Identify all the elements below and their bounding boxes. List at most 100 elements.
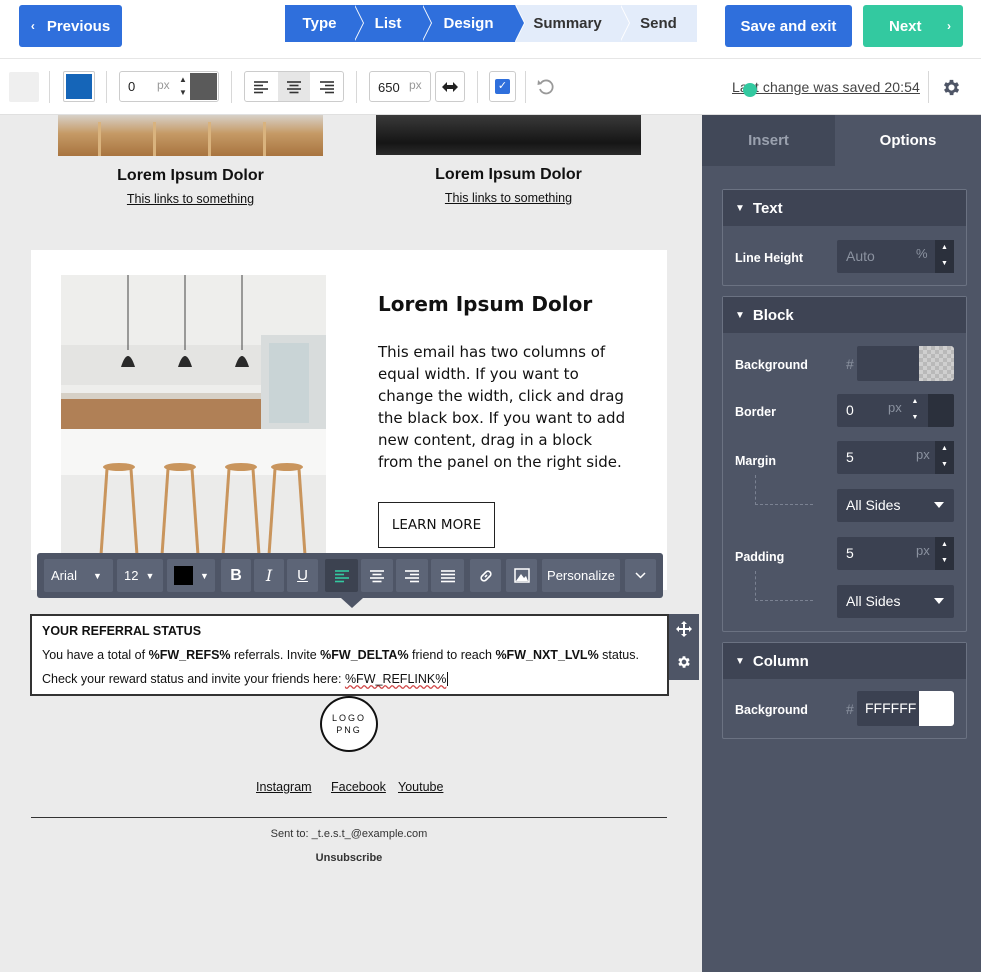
text: referrals. Invite — [230, 648, 321, 662]
checkbox-icon[interactable]: ✓ — [489, 71, 516, 102]
link-icon[interactable] — [470, 559, 501, 592]
block-settings-gear-icon[interactable] — [676, 654, 692, 670]
gear-icon[interactable] — [941, 77, 962, 98]
margin-bracket — [755, 475, 813, 505]
merge-tag: %FW_DELTA% — [320, 648, 409, 662]
kitchen-image[interactable] — [61, 275, 326, 555]
tab-options[interactable]: Options — [835, 115, 981, 166]
product-link[interactable]: This links to something — [58, 192, 323, 206]
divider — [231, 71, 232, 103]
tab-insert[interactable]: Insert — [702, 115, 835, 166]
align-left-icon[interactable] — [325, 559, 358, 592]
two-column-block[interactable]: Lorem Ipsum Dolor This email has two col… — [31, 250, 667, 590]
font-family-select[interactable]: Arial ▼ — [44, 559, 113, 592]
referral-summary-line[interactable]: You have a total of %FW_REFS% referrals.… — [42, 648, 639, 662]
section-title: Text — [752, 199, 783, 217]
align-justify-icon[interactable] — [431, 559, 464, 592]
product-image-chairs[interactable] — [58, 115, 323, 156]
primary-color-swatch[interactable] — [63, 71, 95, 102]
last-saved-status[interactable]: Last change was saved 20:54 — [732, 79, 920, 95]
border-input[interactable]: 0 px ▲ ▼ — [837, 394, 954, 427]
content-width-input[interactable]: 650 px — [369, 71, 431, 102]
image-icon[interactable] — [506, 559, 537, 592]
line-height-placeholder: Auto — [846, 248, 875, 264]
column-background-value: FFFFFF — [865, 700, 917, 716]
align-left-icon[interactable] — [245, 72, 278, 101]
step-send[interactable]: Send — [620, 5, 697, 42]
align-center-icon[interactable] — [361, 559, 393, 592]
margin-input[interactable]: 5 px ▲ ▼ — [837, 441, 954, 474]
step-summary[interactable]: Summary — [515, 5, 630, 42]
stepper-icon[interactable]: ▲ ▼ — [935, 537, 954, 570]
expand-width-icon[interactable] — [435, 71, 465, 102]
referral-status-block[interactable]: YOUR REFERRAL STATUS You have a total of… — [30, 614, 669, 696]
learn-more-button[interactable]: LEARN MORE — [378, 502, 495, 548]
step-design[interactable]: Design — [422, 5, 525, 42]
stepper-icon[interactable]: ▲ ▼ — [935, 240, 954, 273]
block-section-header[interactable]: ▼ Block — [723, 297, 966, 333]
padding-input[interactable]: 5 px ▲ ▼ — [837, 537, 954, 570]
logo-placeholder[interactable]: LOGO PNG — [320, 696, 378, 752]
email-canvas: Lorem Ipsum Dolor This links to somethin… — [0, 115, 702, 972]
referral-title[interactable]: YOUR REFERRAL STATUS — [42, 624, 201, 638]
youtube-link[interactable]: Youtube — [398, 780, 443, 794]
padding-bracket — [755, 571, 813, 601]
italic-icon[interactable]: I — [254, 559, 284, 592]
sent-to-text[interactable]: Sent to: _t.e.s.t_@example.com — [0, 828, 698, 840]
margin-sides-select[interactable]: All Sides — [837, 489, 954, 522]
unsubscribe-link[interactable]: Unsubscribe — [0, 852, 698, 864]
product-link[interactable]: This links to something — [376, 191, 641, 205]
more-options-icon[interactable] — [625, 559, 656, 592]
step-type[interactable]: Type — [285, 5, 364, 42]
move-icon[interactable] — [676, 621, 692, 637]
text: Check your reward status and invite your… — [42, 672, 345, 686]
product-image-bed[interactable] — [376, 115, 641, 155]
align-center-icon[interactable] — [277, 72, 311, 101]
border-color-swatch[interactable] — [928, 394, 954, 427]
column-background-input[interactable]: FFFFFF — [857, 691, 954, 726]
column-background-swatch[interactable] — [919, 691, 954, 726]
design-toolbar: 0 px ▲ ▼ 650 px ✓ Last change was saved 2… — [0, 58, 981, 115]
facebook-link[interactable]: Facebook — [331, 780, 386, 794]
save-and-exit-button[interactable]: Save and exit — [725, 5, 852, 47]
content-heading[interactable]: Lorem Ipsum Dolor — [378, 292, 592, 316]
font-size-select[interactable]: 12 ▼ — [117, 559, 163, 592]
block-background-label: Background — [735, 358, 808, 372]
product-title[interactable]: Lorem Ipsum Dolor — [58, 167, 323, 185]
border-color-swatch[interactable] — [190, 73, 217, 100]
hash-symbol: # — [846, 701, 854, 717]
merge-tag: %FW_REFS% — [148, 648, 231, 662]
stepper-icon[interactable]: ▲ ▼ — [935, 441, 954, 474]
block-background-input[interactable] — [857, 346, 954, 381]
align-right-icon[interactable] — [310, 72, 343, 101]
text: status. — [598, 648, 639, 662]
step-label: Type — [302, 15, 337, 32]
stepper-icon[interactable]: ▲ ▼ — [902, 394, 928, 427]
content-body-text[interactable]: This email has two columns of equal widt… — [378, 341, 628, 473]
padding-sides-select[interactable]: All Sides — [837, 585, 954, 618]
previous-button[interactable]: ‹ Previous — [19, 5, 122, 47]
next-button[interactable]: Next › — [863, 5, 963, 47]
underline-icon[interactable]: U — [287, 559, 318, 592]
caret-down-icon — [934, 502, 944, 508]
merge-tag: %FW_REFLINK% — [344, 672, 447, 686]
text-section-header[interactable]: ▼ Text — [723, 190, 966, 226]
product-title[interactable]: Lorem Ipsum Dolor — [376, 166, 641, 184]
instagram-link[interactable]: Instagram — [256, 780, 312, 794]
transparent-swatch[interactable] — [919, 346, 954, 381]
referral-link-line[interactable]: Check your reward status and invite your… — [42, 672, 449, 686]
border-width-input[interactable]: 0 px ▲ ▼ — [119, 71, 219, 102]
undo-icon[interactable] — [536, 77, 556, 97]
border-width-value: 0 — [128, 79, 136, 94]
line-height-input[interactable]: Auto % ▲ ▼ — [837, 240, 954, 273]
step-label: Summary — [533, 15, 602, 32]
stepper-icon[interactable]: ▲ ▼ — [176, 73, 190, 100]
text-color-select[interactable]: ▼ — [167, 559, 215, 592]
align-right-icon[interactable] — [396, 559, 428, 592]
background-color-swatch[interactable] — [9, 72, 39, 102]
personalize-button[interactable]: Personalize — [542, 559, 620, 592]
step-list[interactable]: List — [354, 5, 432, 42]
column-section-header[interactable]: ▼ Column — [723, 643, 966, 679]
line-height-label: Line Height — [735, 251, 804, 265]
bold-icon[interactable]: B — [221, 559, 251, 592]
